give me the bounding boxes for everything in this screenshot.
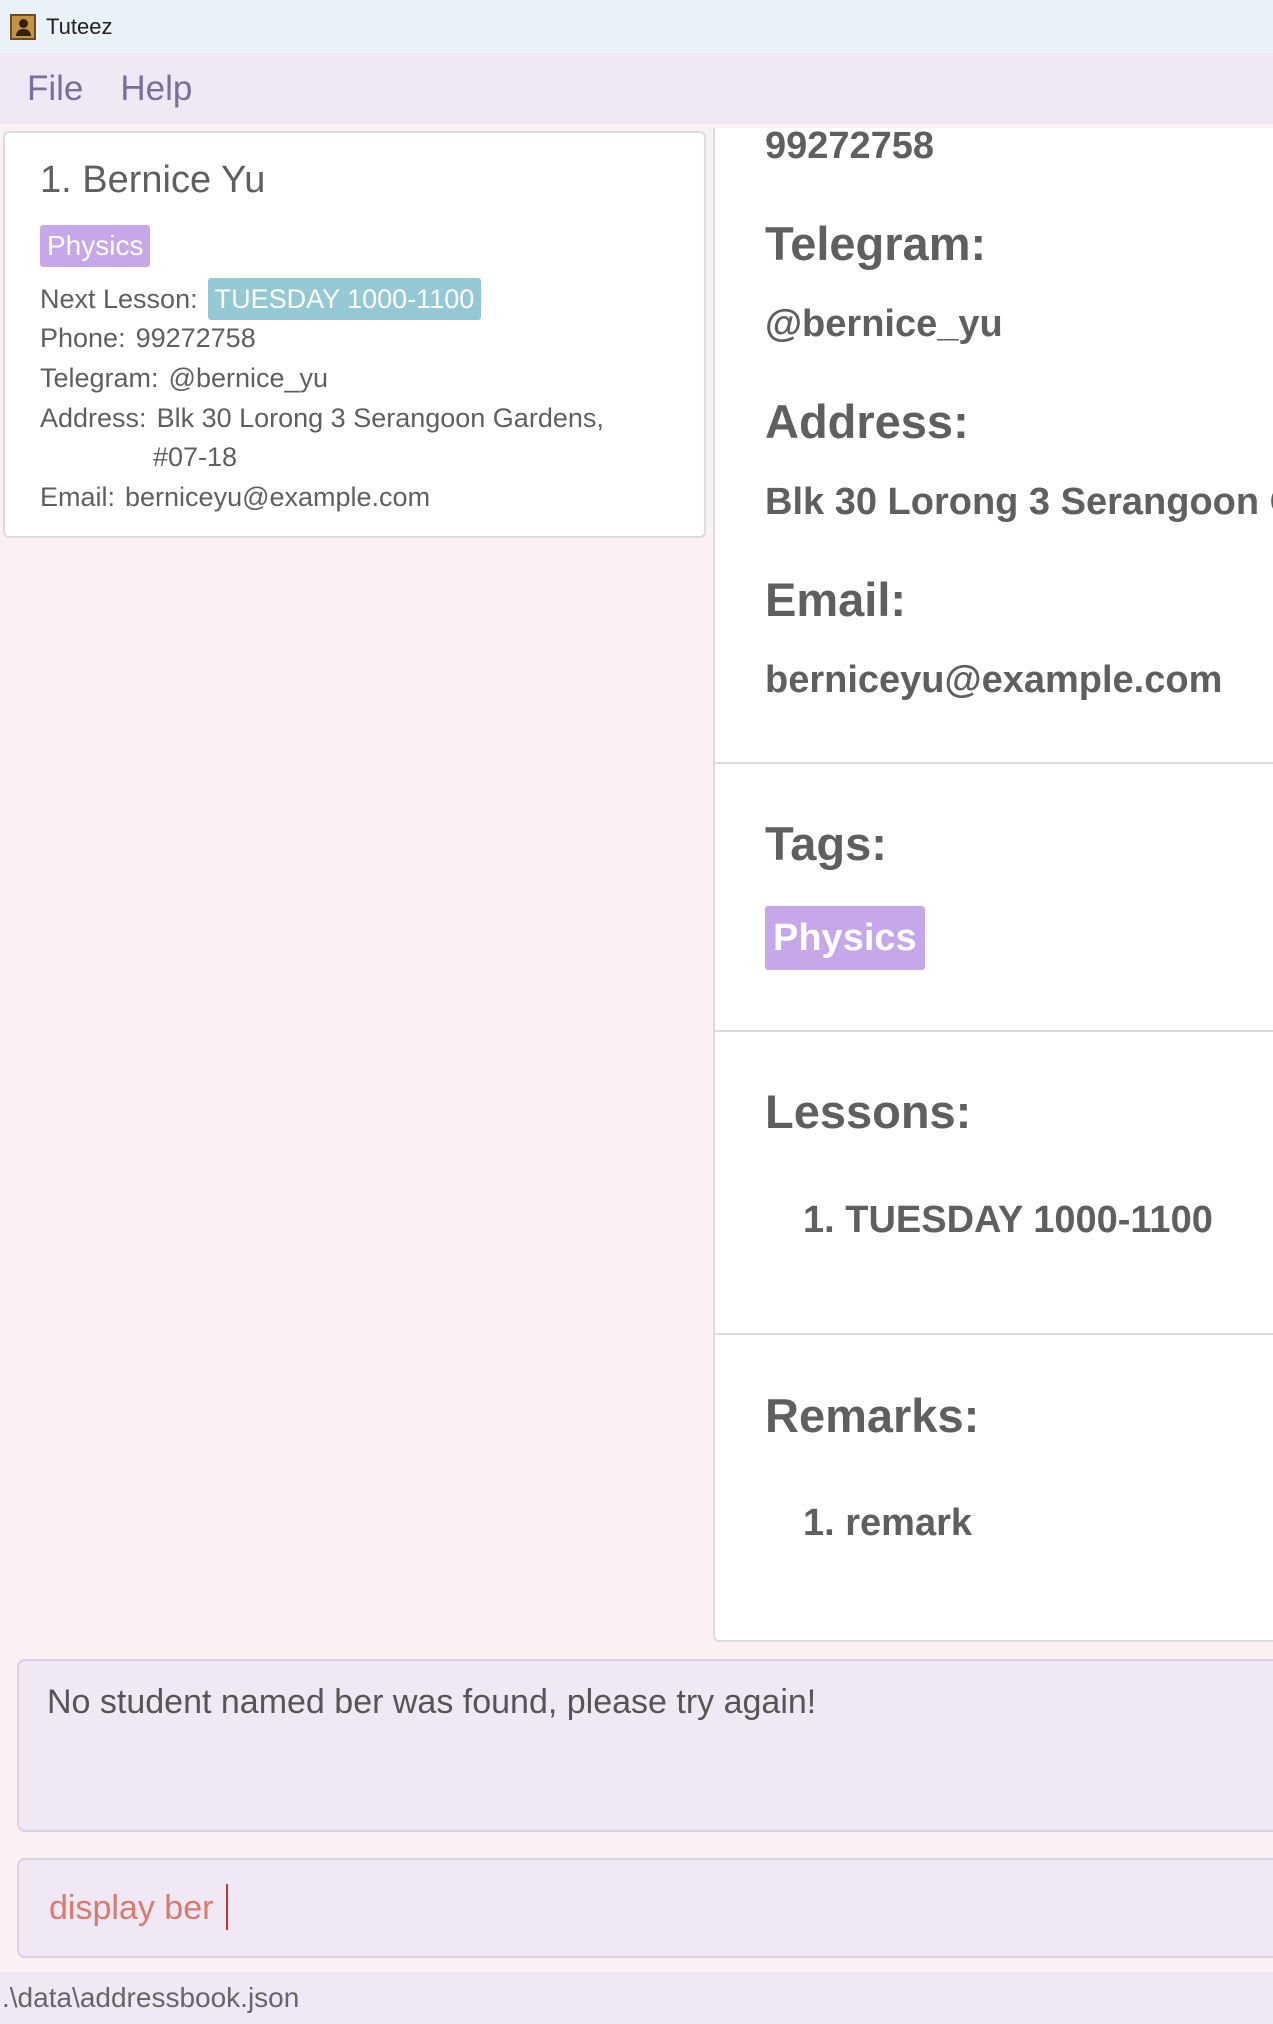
next-lesson-badge: TUESDAY 1000-1100 [207,278,482,320]
phone-value: 99272758 [135,323,256,353]
detail-address: Blk 30 Lorong 3 Serangoon Gardens, #07-1… [765,481,1273,523]
menu-file[interactable]: File [27,69,83,109]
telegram-value: @bernice_yu [168,363,329,393]
address-line1: Blk 30 Lorong 3 Serangoon Gardens, [156,403,604,433]
telegram-row: Telegram: @bernice_yu [40,363,328,394]
contacts-app-icon [10,13,36,40]
email-row: Email: berniceyu@example.com [40,482,430,513]
next-lesson-label: Next Lesson: [40,284,198,314]
email-value: berniceyu@example.com [125,482,431,512]
result-display: No student named ber was found, please t… [17,1659,1273,1832]
text-caret [226,1884,228,1930]
command-input[interactable] [49,1880,1199,1936]
menu-help[interactable]: Help [120,69,192,109]
address-label: Address: [40,403,147,433]
detail-lessons-heading: Lessons: [765,1085,972,1138]
detail-telegram: @bernice_yu [765,303,1003,345]
address-line2: #07-18 [153,442,238,472]
email-label: Email: [40,482,116,512]
menu-bar: File Help [0,53,1273,124]
detail-address-heading: Address: [765,395,969,448]
section-divider [715,762,1273,764]
detail-lesson-item: 1. TUESDAY 1000-1100 [803,1199,1213,1241]
phone-row: Phone: 99272758 [40,323,256,354]
detail-remarks-heading: Remarks: [765,1389,980,1442]
detail-telegram-heading: Telegram: [765,217,987,270]
status-bar: .\data\addressbook.json [0,1972,1273,2024]
window-title: Tuteez [46,13,113,39]
next-lesson-row: Next Lesson: TUESDAY 1000-1100 [40,278,482,320]
detail-tags-heading: Tags: [765,817,887,870]
student-card[interactable]: 1. Bernice Yu Physics Next Lesson: TUESDA… [3,131,706,538]
phone-label: Phone: [40,323,126,353]
detail-remark-item: 1. remark [803,1502,973,1544]
section-divider [715,1030,1273,1032]
student-detail-panel: 99272758 Telegram: @bernice_yu Address: … [713,128,1273,1642]
student-name: 1. Bernice Yu [40,159,266,201]
detail-phone: 99272758 [765,128,935,167]
command-box[interactable] [17,1858,1273,1958]
detail-email-heading: Email: [765,573,907,626]
title-bar: Tuteez [0,0,1273,53]
section-divider [715,1333,1273,1335]
result-message: No student named ber was found, please t… [47,1683,817,1721]
telegram-label: Telegram: [40,363,159,393]
address-row: Address: Blk 30 Lorong 3 Serangoon Garden… [40,403,604,434]
detail-email: berniceyu@example.com [765,659,1223,701]
tag-badge: Physics [40,225,151,267]
detail-tag-badge: Physics [765,906,925,970]
save-file-path: .\data\addressbook.json [2,1982,300,2013]
